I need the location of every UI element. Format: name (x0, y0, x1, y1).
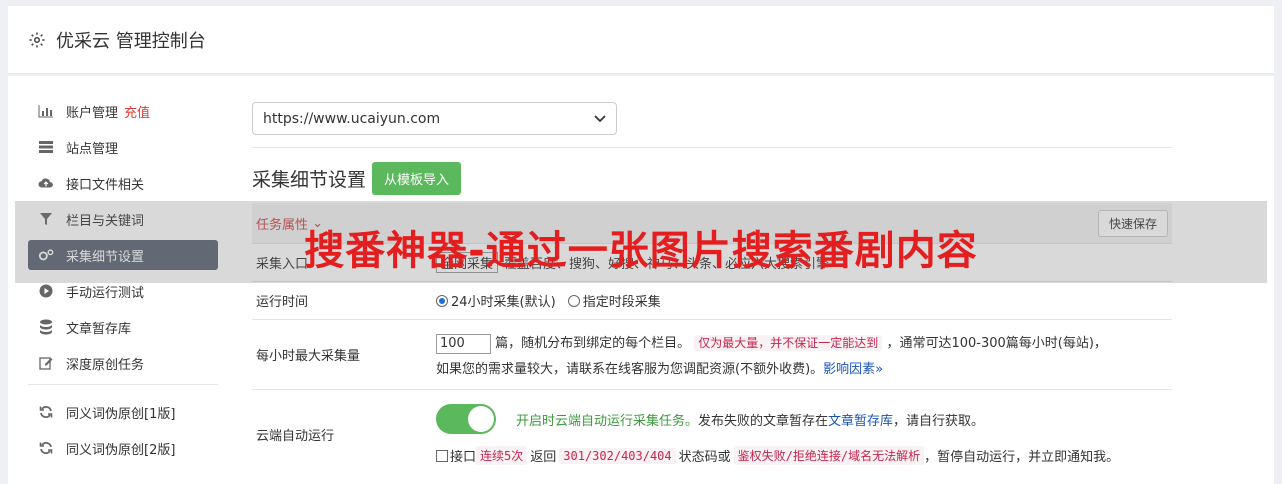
cloud-upload-icon (38, 175, 54, 191)
sidebar-item-label: 同义词伪原创[1版] (66, 406, 176, 422)
cloud-code2: 301/302/403/404 (559, 447, 676, 464)
section-header: 采集细节设置 从模板导入 (252, 162, 1172, 195)
runtime-24h-radio[interactable]: 24小时采集(默认) (436, 291, 556, 310)
sidebar-item-label: 接口文件相关 (66, 177, 145, 193)
database-icon (38, 319, 54, 335)
cloud-text3: 返回 (530, 450, 557, 465)
max-label: 每小时最大采集量 (256, 349, 361, 364)
sidebar-item-synonym-v2[interactable]: 同义词伪原创[2版] (28, 433, 218, 463)
sidebar-item-deep-original[interactable]: 深度原创任务 (28, 348, 218, 378)
radio-checked (436, 294, 448, 307)
cloud-green-text: 开启时云端自动运行采集任务。 (516, 413, 699, 429)
divider (252, 147, 1172, 148)
gear-icon (29, 32, 45, 47)
server-icon (38, 139, 54, 155)
bar-chart-icon (38, 103, 54, 119)
cloud-text1: 发布失败的文章暂存在 (698, 413, 829, 429)
table-row: 云端自动运行 开启时云端自动运行采集任务。 发布失败的文章暂存在 文章暂存库 ，请自行… (252, 389, 1172, 479)
import-template-button[interactable]: 从模板导入 (372, 162, 462, 195)
recharge-link[interactable]: 充值 (124, 102, 150, 121)
runtime-period-radio[interactable]: 指定时段采集 (567, 291, 661, 310)
sidebar-item-label: 深度原创任务 (66, 357, 145, 373)
play-circle-icon (38, 283, 54, 299)
refresh-icon (38, 440, 54, 456)
cloud-cb-label: 接口 (450, 450, 477, 465)
sidebar-item-account[interactable]: 账户管理 充值 (28, 96, 218, 126)
runtime-label: 运行时间 (256, 295, 309, 310)
chevron-down-icon (594, 114, 606, 122)
page-header: 优采云 管理控制台 (8, 6, 1274, 74)
table-row: 每小时最大采集量 100 篇，随机分布到绑定的每个栏目。 仅为最大量，并不保证一… (252, 319, 1172, 389)
sidebar-item-synonym-v1[interactable]: 同义词伪原创[1版] (28, 397, 218, 427)
max-text2: ，通常可达100-300篇每小时(每站)， (886, 336, 1107, 351)
cloud-label: 云端自动运行 (256, 429, 335, 444)
article-store-link[interactable]: 文章暂存库 (828, 410, 893, 429)
site-select[interactable]: https://www.ucaiyun.com (252, 102, 617, 135)
sidebar-item-label: 手动运行测试 (66, 285, 145, 301)
cloud-text2: ，请自行获取。 (893, 413, 985, 429)
max-per-hour-input[interactable]: 100 (436, 333, 491, 354)
max-warning: 仅为最大量，并不保证一定能达到 (694, 335, 883, 351)
cloud-text5: ，暂停自动运行，并立即通知我。 (924, 450, 1120, 465)
sidebar-item-label: 账户管理 (66, 105, 119, 121)
sidebar-item-interface[interactable]: 接口文件相关 (28, 168, 218, 198)
page-title: 优采云 管理控制台 (56, 30, 206, 52)
site-select-value: https://www.ucaiyun.com (263, 110, 441, 127)
pause-notify-checkbox[interactable] (436, 449, 448, 462)
max-text1: 篇，随机分布到绑定的每个栏目。 (495, 336, 691, 351)
radio-unchecked (567, 294, 580, 307)
refresh-icon (38, 404, 54, 420)
sidebar-divider (28, 384, 218, 385)
sidebar-item-label: 同义词伪原创[2版] (66, 442, 176, 458)
section-title: 采集细节设置 (252, 169, 367, 191)
factors-link[interactable]: 影响因素» (823, 362, 883, 377)
cloud-text4: 状态码或 (678, 450, 731, 465)
max-text3: 如果您的需求量较大，请联系在线客服为您调配资源(不额外收费)。 (436, 362, 824, 377)
sidebar-item-sites[interactable]: 站点管理 (28, 132, 218, 162)
watermark-title: 搜番神器-通过一张图片搜索番剧内容 (304, 228, 978, 274)
cloud-code1: 连续5次 (476, 446, 528, 465)
double-chevron-icon: » (875, 362, 884, 377)
main-content: https://www.ucaiyun.com 采集细节设置 从模板导入 任务属… (252, 102, 1172, 479)
sidebar-item-article-store[interactable]: 文章暂存库 (28, 312, 218, 342)
cloud-code3: 鉴权失败/拒绝连接/域名无法解析 (733, 446, 925, 465)
table-row: 运行时间 24小时采集(默认) 指定时段采集 (252, 281, 1172, 319)
sidebar-item-label: 站点管理 (66, 141, 119, 157)
sidebar-item-label: 文章暂存库 (66, 321, 132, 337)
cloud-auto-run-toggle[interactable] (436, 404, 496, 434)
edit-icon (38, 355, 54, 371)
